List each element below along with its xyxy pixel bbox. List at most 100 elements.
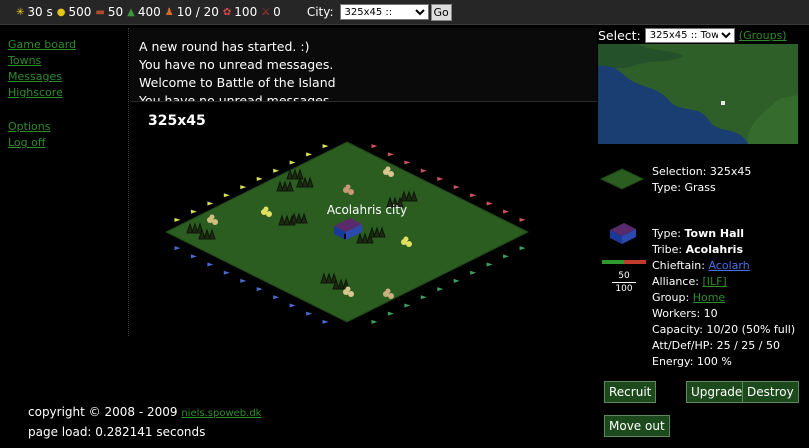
minimap[interactable] bbox=[598, 44, 798, 144]
rock bbox=[263, 206, 269, 212]
border-flag bbox=[486, 262, 493, 267]
rock bbox=[209, 214, 215, 220]
nav-options[interactable]: Options bbox=[8, 119, 118, 135]
isometric-map[interactable]: Acolahris city bbox=[150, 128, 550, 338]
border-flag bbox=[289, 303, 296, 308]
rock bbox=[385, 288, 391, 294]
border-flag bbox=[453, 185, 460, 190]
city-name-label[interactable]: Acolahris city bbox=[327, 203, 407, 217]
nav-messages[interactable]: Messages bbox=[8, 69, 118, 85]
hp-readout: 50 100 bbox=[612, 270, 636, 295]
recruit-button[interactable]: Recruit bbox=[604, 381, 657, 403]
border-flag bbox=[371, 144, 378, 149]
move-out-button[interactable]: Move out bbox=[604, 415, 670, 437]
rock bbox=[348, 291, 354, 297]
hp-current: 50 bbox=[612, 270, 636, 283]
border-flag bbox=[404, 160, 411, 165]
resource-bar: ✳ 30 s ● 500 ▬ 50 ▲ 400 ♟ 10 / 20 ✿ 100 … bbox=[0, 0, 809, 25]
border-flag bbox=[503, 254, 510, 259]
rock bbox=[345, 184, 351, 190]
border-flag bbox=[174, 217, 181, 222]
building-type: Type: Town Hall bbox=[652, 227, 745, 240]
message-line: A new round has started. :) bbox=[139, 39, 310, 54]
rock bbox=[406, 241, 412, 247]
nav-highscore[interactable]: Highscore bbox=[8, 85, 118, 101]
minimap-position-marker bbox=[721, 101, 725, 105]
message-line: Welcome to Battle of the Island bbox=[139, 75, 336, 90]
border-flag bbox=[420, 295, 427, 300]
copyright-line: copyright © 2008 - 2009 niels.spoweb.dk bbox=[28, 405, 262, 419]
border-flag bbox=[174, 246, 181, 251]
border-flag bbox=[289, 160, 296, 165]
nav-log-off[interactable]: Log off bbox=[8, 135, 118, 151]
stone-icon: ▲ bbox=[127, 6, 135, 18]
right-panel: Select: 325x45 :: Town (Groups) Selectio… bbox=[598, 28, 809, 437]
destroy-button[interactable]: Destroy bbox=[742, 381, 799, 403]
border-flag bbox=[240, 278, 247, 283]
selection-info: Selection: 325x45 Type: Grass bbox=[652, 164, 751, 196]
border-flag bbox=[273, 295, 280, 300]
border-flag bbox=[519, 246, 526, 251]
upgrade-button[interactable]: Upgrade bbox=[686, 381, 748, 403]
alliance-link[interactable]: [ILF] bbox=[702, 275, 726, 288]
building-workers: Workers: 10 bbox=[652, 307, 718, 320]
wood-icon: ▬ bbox=[95, 6, 105, 18]
gold-icon: ● bbox=[56, 6, 66, 18]
building-info: Type: Town Hall Tribe: Acolahris Chiefta… bbox=[652, 226, 795, 370]
chieftain-link[interactable]: Acolarh bbox=[708, 259, 749, 272]
town-select[interactable]: 325x45 :: Town bbox=[644, 28, 735, 43]
go-button[interactable]: Go bbox=[430, 3, 452, 21]
resource-stone: ▲ 400 bbox=[127, 5, 161, 19]
border-flag bbox=[437, 176, 444, 181]
grass-tile-icon bbox=[600, 168, 644, 190]
page-load-text: page load: 0.282141 seconds bbox=[28, 425, 206, 439]
building-tribe: Tribe: Acolahris bbox=[652, 243, 743, 256]
selection-coordinate: Selection: 325x45 bbox=[652, 165, 752, 178]
border-flag bbox=[223, 270, 230, 275]
army-icon: ⚔ bbox=[261, 6, 271, 18]
sun-icon: ✳ bbox=[16, 6, 25, 18]
resource-army: ⚔ 0 bbox=[261, 5, 281, 19]
building-alliance: Alliance: [ILF] bbox=[652, 275, 727, 288]
border-flag bbox=[503, 209, 510, 214]
border-flag bbox=[190, 209, 197, 214]
border-flag bbox=[207, 262, 214, 267]
groups-link[interactable]: (Groups) bbox=[739, 29, 787, 42]
map-coordinate-title: 325x45 bbox=[148, 113, 206, 129]
border-flag bbox=[306, 152, 313, 157]
border-flag bbox=[322, 319, 329, 324]
footer: copyright © 2008 - 2009 niels.spoweb.dk … bbox=[28, 403, 261, 441]
message-log[interactable]: A new round has started. :) You have no … bbox=[130, 28, 597, 102]
border-flag bbox=[256, 287, 263, 292]
rock bbox=[266, 211, 272, 217]
rock bbox=[345, 286, 351, 292]
food-icon: ✿ bbox=[222, 6, 232, 18]
left-nav: Game board Towns Messages Highscore Opti… bbox=[8, 37, 118, 151]
rock bbox=[385, 166, 391, 172]
hp-max: 100 bbox=[615, 284, 633, 294]
border-flag bbox=[470, 270, 477, 275]
border-flag bbox=[240, 185, 247, 190]
rock bbox=[388, 293, 394, 299]
population-icon: ♟ bbox=[164, 6, 174, 18]
border-flag bbox=[387, 311, 394, 316]
nav-game-board[interactable]: Game board bbox=[8, 37, 118, 53]
nav-towns[interactable]: Towns bbox=[8, 53, 118, 69]
message-line: You have no unread messages. bbox=[139, 57, 334, 72]
selection-type: Type: Grass bbox=[652, 181, 716, 194]
building-energy: Energy: 100 % bbox=[652, 355, 732, 368]
hp-bar-fill bbox=[602, 260, 624, 264]
city-select[interactable]: 325x45 :: bbox=[339, 4, 429, 20]
rock bbox=[212, 219, 218, 225]
nav-divider bbox=[128, 28, 129, 336]
border-flag bbox=[190, 254, 197, 259]
resource-turn: ✳ 30 s bbox=[16, 5, 53, 19]
group-link[interactable]: Home bbox=[693, 291, 725, 304]
site-link[interactable]: niels.spoweb.dk bbox=[181, 408, 261, 419]
town-hall-icon bbox=[610, 223, 636, 244]
border-flag bbox=[306, 311, 313, 316]
border-flag bbox=[519, 217, 526, 222]
resource-population: ♟ 10 / 20 bbox=[164, 5, 219, 19]
border-flag bbox=[256, 176, 263, 181]
